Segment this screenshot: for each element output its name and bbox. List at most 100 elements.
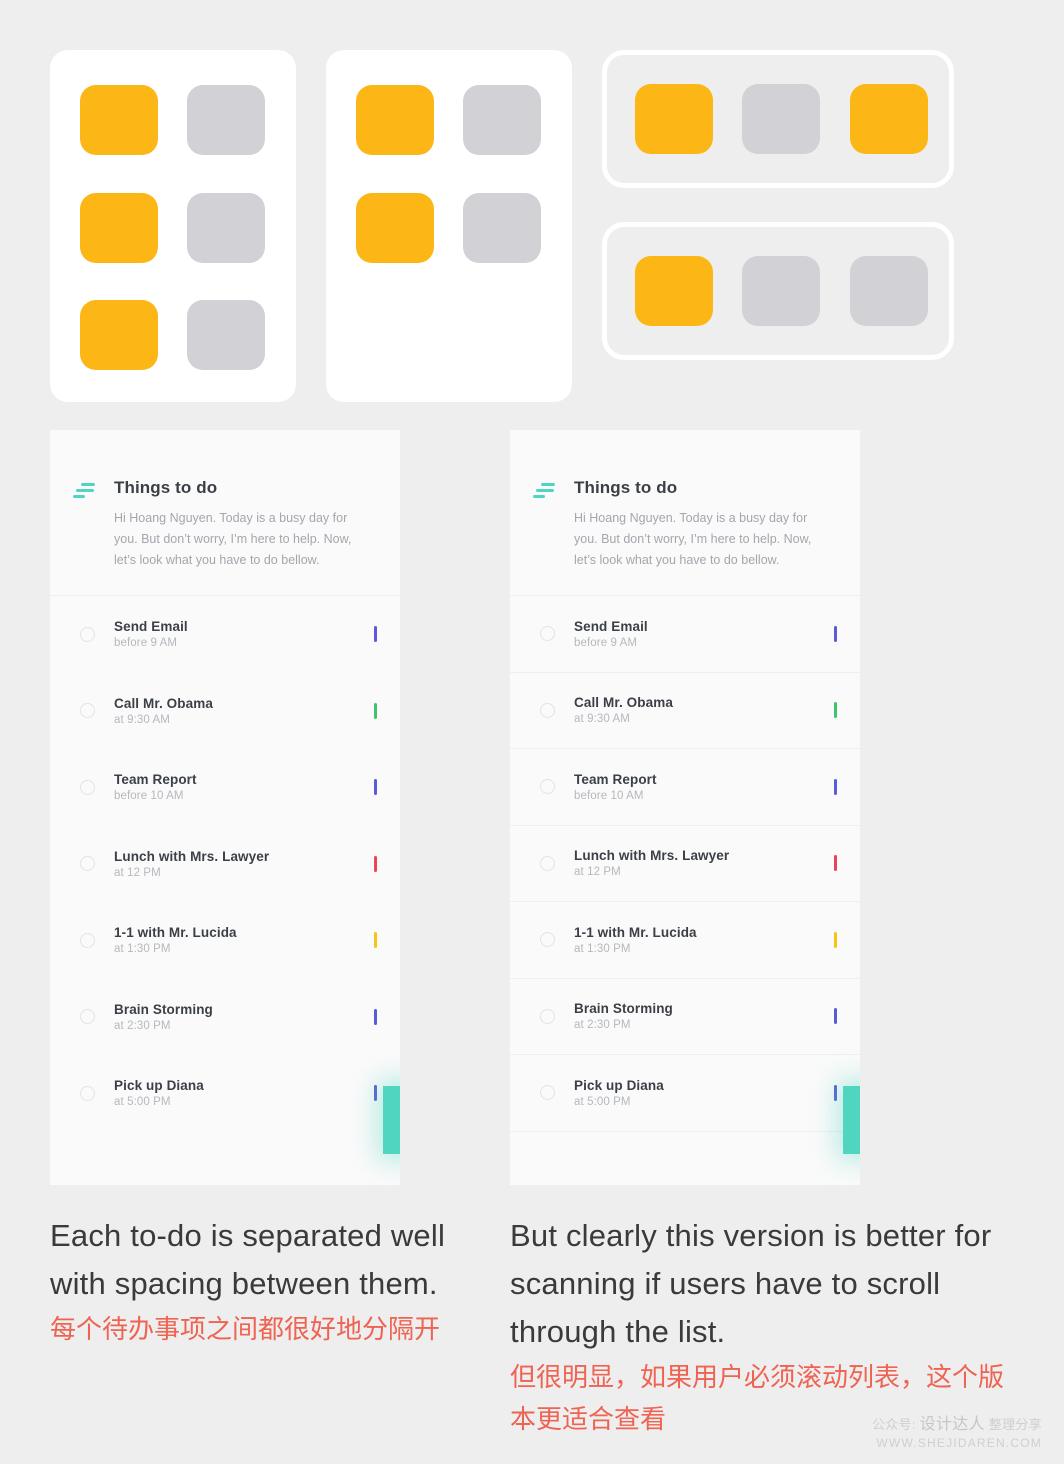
todo-priority-flag: [374, 1008, 377, 1025]
todo-title: Lunch with Mrs. Lawyer: [114, 848, 270, 864]
todo-priority-flag: [374, 626, 377, 643]
todo-text: Pick up Diana at 5:00 PM: [114, 1078, 374, 1108]
spacing-spec-area: [0, 0, 1064, 415]
swatch-gray: [742, 84, 820, 154]
todo-text: Call Mr. Obama at 9:30 AM: [574, 695, 834, 725]
watermark-brand: 设计达人: [919, 1416, 985, 1433]
panel-subtitle: Hi Hoang Nguyen. Today is a busy day for…: [114, 511, 352, 567]
spacing-grid-two-rows-card: [326, 50, 572, 402]
todo-item[interactable]: Brain Storming at 2:30 PM: [50, 979, 400, 1056]
spacing-grid-three-rows-card: [50, 50, 296, 402]
todo-checkbox[interactable]: [540, 779, 555, 795]
swatch-gray: [187, 85, 265, 155]
todo-item[interactable]: Send Email before 9 AM: [510, 596, 860, 673]
todo-title: Send Email: [114, 619, 188, 635]
todo-priority-flag: [374, 855, 377, 872]
swatch-orange: [80, 300, 158, 370]
swatch-gray: [850, 256, 928, 326]
todo-time: at 12 PM: [574, 866, 621, 879]
todo-time: at 5:00 PM: [114, 1096, 171, 1109]
todo-checkbox[interactable]: [540, 1085, 555, 1101]
add-todo-button[interactable]: +: [383, 1086, 400, 1154]
todo-checkbox[interactable]: [80, 779, 95, 795]
todo-time: at 2:30 PM: [114, 1019, 171, 1032]
watermark-suffix: 整理分享: [984, 1417, 1042, 1432]
todo-text: Send Email before 9 AM: [574, 619, 834, 649]
todo-time: at 12 PM: [114, 866, 161, 879]
todo-title: 1-1 with Mr. Lucida: [574, 924, 697, 940]
todo-item[interactable]: Brain Storming at 2:30 PM: [510, 979, 860, 1055]
watermark: 公众号: 设计达人 整理分享 WWW.SHEJIDAREN.COM: [872, 1410, 1042, 1450]
todo-item[interactable]: Team Report before 10 AM: [510, 749, 860, 826]
todo-item[interactable]: 1-1 with Mr. Lucida at 1:30 PM: [50, 902, 400, 979]
todo-text: Pick up Diana at 5:00 PM: [574, 1078, 834, 1108]
todo-text: Brain Storming at 2:30 PM: [114, 1002, 374, 1032]
todo-item[interactable]: Pick up Diana at 5:00 PM: [50, 1055, 400, 1132]
page-title: Things to do: [574, 478, 678, 497]
todo-item[interactable]: Lunch with Mrs. Lawyer at 12 PM: [510, 826, 860, 902]
todo-time: at 9:30 AM: [574, 713, 630, 726]
outlined-row-two: [602, 222, 954, 360]
todo-title: Team Report: [574, 771, 657, 787]
panel-subtitle: Hi Hoang Nguyen. Today is a busy day for…: [574, 511, 812, 567]
todo-title: Call Mr. Obama: [114, 695, 213, 711]
todo-priority-flag: [374, 1085, 377, 1102]
swatch-gray: [742, 256, 820, 326]
todo-checkbox[interactable]: [540, 932, 555, 948]
todo-list: Send Email before 9 AM Call Mr. Obama at 9:…: [50, 596, 400, 1132]
todo-item[interactable]: Lunch with Mrs. Lawyer at 12 PM: [50, 826, 400, 903]
caption-left-english: Each to-do is separated well with spacin…: [50, 1218, 446, 1301]
todo-priority-flag: [374, 932, 377, 949]
todo-time: at 1:30 PM: [574, 942, 631, 955]
todo-panel-dividers: Things to do Hi Hoang Nguyen. Today is a…: [510, 430, 860, 1185]
swatch-gray: [463, 85, 541, 155]
swatch-orange: [80, 193, 158, 263]
todo-item[interactable]: Pick up Diana at 5:00 PM: [510, 1055, 860, 1132]
add-todo-button[interactable]: +: [843, 1086, 860, 1154]
todo-priority-flag: [834, 625, 837, 642]
todo-checkbox[interactable]: [80, 1085, 95, 1101]
todo-title: 1-1 with Mr. Lucida: [114, 925, 237, 941]
todo-title: Send Email: [574, 618, 648, 634]
panel-header: Things to do Hi Hoang Nguyen. Today is a…: [50, 430, 400, 596]
todo-item[interactable]: Send Email before 9 AM: [50, 596, 400, 673]
todo-title: Lunch with Mrs. Lawyer: [574, 848, 730, 864]
outlined-row-one: [602, 50, 954, 188]
todo-item[interactable]: 1-1 with Mr. Lucida at 1:30 PM: [510, 902, 860, 979]
todo-text: Brain Storming at 2:30 PM: [574, 1001, 834, 1031]
todo-checkbox[interactable]: [540, 626, 555, 642]
todo-text: Send Email before 9 AM: [114, 619, 374, 649]
todo-checkbox[interactable]: [540, 702, 555, 718]
swatch-orange: [850, 84, 928, 154]
todo-title: Brain Storming: [574, 1001, 673, 1017]
todo-priority-flag: [834, 931, 837, 948]
todo-text: Lunch with Mrs. Lawyer at 12 PM: [574, 848, 834, 878]
todo-checkbox[interactable]: [80, 1009, 95, 1025]
swatch-orange: [635, 84, 713, 154]
todo-item[interactable]: Call Mr. Obama at 9:30 AM: [50, 673, 400, 750]
todo-item[interactable]: Call Mr. Obama at 9:30 AM: [510, 673, 860, 749]
todo-checkbox[interactable]: [80, 626, 95, 642]
todo-time: at 1:30 PM: [114, 943, 171, 956]
swatch-gray: [187, 300, 265, 370]
todo-checkbox[interactable]: [80, 932, 95, 948]
todo-priority-flag: [834, 778, 837, 795]
todo-panel-spacing: Things to do Hi Hoang Nguyen. Today is a…: [50, 430, 400, 1185]
todo-checkbox[interactable]: [80, 703, 95, 719]
todo-checkbox[interactable]: [540, 855, 555, 871]
todo-priority-flag: [374, 702, 377, 719]
swatch-orange: [356, 193, 434, 263]
swatch-gray: [187, 193, 265, 263]
todo-list: Send Email before 9 AM Call Mr. Obama at 9:…: [510, 596, 860, 1132]
todo-time: before 9 AM: [574, 636, 638, 649]
caption-left: Each to-do is separated well with spacin…: [50, 1212, 480, 1350]
todo-checkbox[interactable]: [80, 856, 95, 872]
todo-item[interactable]: Team Report before 10 AM: [50, 749, 400, 826]
todo-time: at 9:30 AM: [114, 713, 170, 726]
todo-priority-flag: [834, 702, 837, 719]
todo-priority-flag: [834, 1084, 837, 1101]
swatch-gray: [463, 193, 541, 263]
todo-checkbox[interactable]: [540, 1008, 555, 1024]
todo-time: before 9 AM: [114, 637, 178, 650]
swatch-orange: [356, 85, 434, 155]
